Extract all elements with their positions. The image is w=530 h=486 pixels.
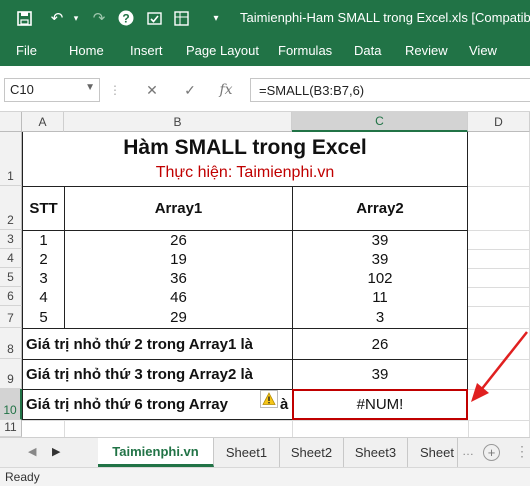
- scrollbar-grip-icon[interactable]: ⋮: [515, 443, 529, 460]
- status-text: Ready: [5, 470, 40, 484]
- sheet-tab-sheet1[interactable]: Sheet1: [214, 438, 280, 467]
- scroll-tabs-left-icon[interactable]: ◀: [28, 445, 36, 458]
- add-sheet-icon[interactable]: +: [483, 444, 500, 461]
- scroll-tabs-right-icon[interactable]: ▶: [52, 445, 60, 458]
- sheet-tab-sheet2[interactable]: Sheet2: [280, 438, 344, 467]
- sheet-tab-sheet3[interactable]: Sheet3: [344, 438, 408, 467]
- sheet-tab-taimienphi[interactable]: Taimienphi.vn: [98, 438, 214, 467]
- status-bar: Ready: [0, 467, 530, 486]
- sheet-tab-sheet[interactable]: Sheet: [408, 438, 458, 467]
- sheet-tab-bar: ◀ ▶ Taimienphi.vn Sheet1 Sheet2 Sheet3 S…: [0, 437, 530, 467]
- annotation-arrow-icon: [471, 331, 528, 402]
- more-tabs-icon[interactable]: …: [462, 444, 474, 458]
